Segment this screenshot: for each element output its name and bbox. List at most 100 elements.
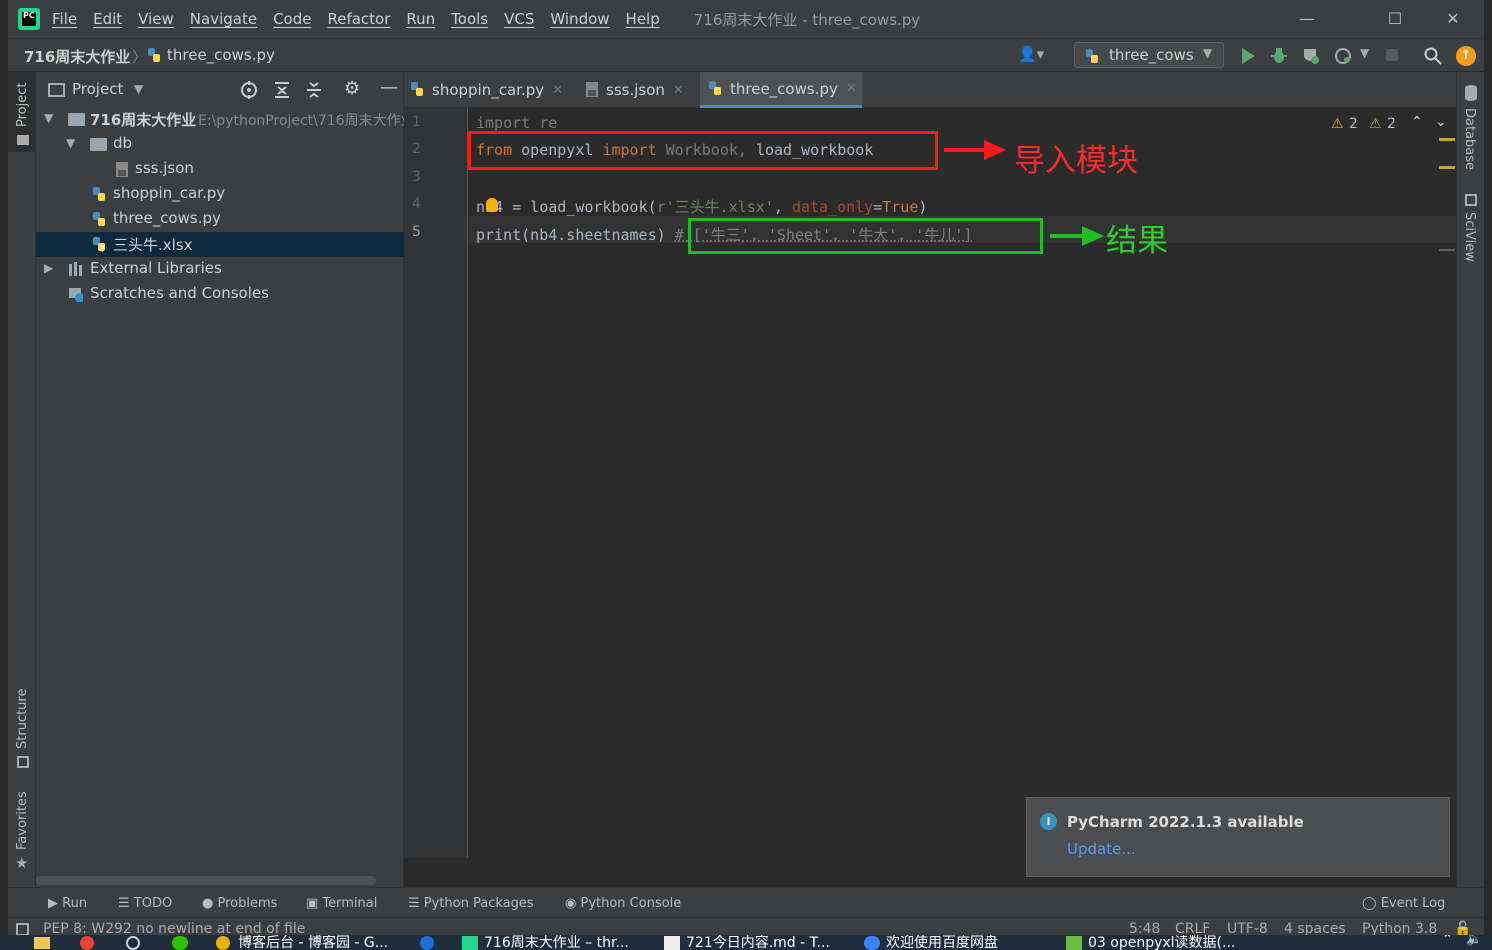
run-configuration-select[interactable]: three_cows ▼	[1074, 42, 1224, 68]
tab-three-cows[interactable]: three_cows.py ✕	[700, 72, 862, 108]
terminal-icon: ▣	[306, 896, 319, 911]
wechat-icon[interactable]	[172, 936, 188, 950]
run-icon[interactable]	[1240, 47, 1256, 65]
todo-tool-tab[interactable]: ☰ TODO	[118, 896, 172, 911]
collapse-all-icon[interactable]	[306, 81, 322, 99]
pycharm-icon[interactable]	[462, 936, 478, 950]
terminal-tool-tab[interactable]: ▣ Terminal	[306, 896, 377, 911]
chevron-down-icon[interactable]: ▼	[44, 111, 53, 125]
close-icon[interactable]: ✕	[1442, 8, 1464, 30]
volume-icon[interactable]: 🔈	[1466, 935, 1482, 947]
breadcrumb-file[interactable]: three_cows.py	[167, 46, 275, 64]
coverage-icon[interactable]	[1302, 47, 1320, 65]
next-highlight-icon[interactable]: ⌄	[1435, 114, 1447, 130]
file-explorer-icon[interactable]	[34, 937, 50, 949]
list-icon: ☰	[118, 896, 130, 911]
problems-tool-tab[interactable]: ● Problems	[202, 896, 277, 911]
update-notification[interactable]: i PyCharm 2022.1.3 available Update...	[1026, 797, 1450, 877]
user-icon[interactable]: 👤▾	[1018, 45, 1044, 63]
lightbulb-icon[interactable]	[486, 198, 498, 212]
horizontal-scrollbar[interactable]	[36, 876, 376, 885]
menu-bar: PC File Edit View Navigate Code Refactor…	[8, 0, 1484, 38]
line-number: 4	[412, 196, 421, 212]
baidu-netdisk-icon[interactable]	[864, 936, 880, 950]
project-tool-tab[interactable]: Project	[15, 83, 30, 127]
close-tab-icon[interactable]: ✕	[846, 81, 857, 96]
hide-panel-icon[interactable]: —	[380, 77, 398, 98]
python-packages-tool-tab[interactable]: ☰ Python Packages	[408, 896, 534, 911]
tray-chevron-up-icon[interactable]: ⌃	[1442, 935, 1453, 947]
tree-item-db[interactable]: ▼ db	[36, 132, 404, 157]
locate-file-icon[interactable]	[240, 81, 258, 99]
chevron-down-icon[interactable]: ▼	[66, 136, 75, 150]
taskbar-item-netdisk[interactable]: 欢迎使用百度网盘	[886, 935, 998, 950]
menu-refactor[interactable]: Refactor	[327, 10, 390, 28]
run-tool-tab[interactable]: ▶ Run	[48, 896, 87, 911]
right-tool-stripe: Database SciView	[1456, 72, 1484, 887]
database-tool-tab[interactable]: Database	[1462, 108, 1477, 170]
menu-window[interactable]: Window	[550, 10, 609, 28]
taskbar-item-video[interactable]: 03 openpyxl读数据(...	[1088, 935, 1235, 950]
tree-item-xlsx[interactable]: ? 三头牛.xlsx	[36, 232, 404, 257]
menu-tools[interactable]: Tools	[451, 10, 488, 28]
search-icon[interactable]	[1424, 47, 1442, 65]
structure-tool-tab[interactable]: Structure	[15, 689, 30, 749]
taskbar-item-typora[interactable]: 721今日内容.md - T...	[686, 935, 830, 950]
menu-navigate[interactable]: Navigate	[190, 10, 257, 28]
tree-item-three-cows[interactable]: three_cows.py	[36, 207, 404, 232]
project-view-title[interactable]: Project	[72, 80, 123, 98]
tab-shoppin-car[interactable]: shoppin_car.py ✕	[410, 72, 576, 108]
error-stripe-mark[interactable]	[1439, 249, 1455, 251]
tab-sss-json[interactable]: sss.json ✕	[584, 72, 692, 108]
profile-icon[interactable]	[1334, 47, 1352, 65]
notification-title: PyCharm 2022.1.3 available	[1067, 813, 1304, 831]
chevron-right-icon[interactable]: ▶	[44, 261, 53, 275]
update-arrow-icon[interactable]: ↑	[1456, 46, 1476, 66]
tab-label: sss.json	[606, 81, 665, 99]
tree-item-sss-json[interactable]: sss.json	[36, 157, 404, 182]
event-log-tool-tab[interactable]: ◯ Event Log	[1362, 896, 1445, 911]
menu-edit[interactable]: Edit	[93, 10, 122, 28]
video-player-icon[interactable]	[1066, 936, 1082, 950]
menu-help[interactable]: Help	[626, 10, 660, 28]
steam-icon[interactable]	[126, 936, 140, 950]
taskbar-item-pycharm[interactable]: 716周末大作业 – thr...	[484, 935, 629, 950]
tree-item-scratches[interactable]: Scratches and Consoles	[36, 282, 404, 307]
tab-label: shoppin_car.py	[432, 81, 545, 99]
chevron-down-icon[interactable]: ▼	[134, 82, 143, 96]
weak-warning-icon[interactable]: ⚠	[1331, 116, 1344, 132]
stop-icon[interactable]	[1386, 49, 1398, 61]
menu-code[interactable]: Code	[273, 10, 311, 28]
debug-icon[interactable]	[1270, 46, 1288, 65]
google-icon[interactable]	[80, 936, 94, 950]
menu-run[interactable]: Run	[406, 10, 435, 28]
menu-file[interactable]: File	[52, 10, 77, 28]
app-icon[interactable]	[420, 936, 434, 950]
left-tool-stripe: Project Structure Favorites ★	[8, 72, 36, 887]
breadcrumb-project[interactable]: 716周末大作业	[24, 46, 130, 67]
tree-item-external-libraries[interactable]: ▶ External Libraries	[36, 257, 404, 282]
more-run-options-icon[interactable]: ▼	[1360, 46, 1369, 60]
tree-item-label: Scratches and Consoles	[90, 284, 269, 302]
close-tab-icon[interactable]: ✕	[673, 83, 684, 98]
maximize-icon[interactable]: ☐	[1384, 8, 1406, 30]
python-console-tool-tab[interactable]: ◉ Python Console	[565, 896, 681, 911]
warning-icon[interactable]: ⚠	[1369, 116, 1382, 132]
error-stripe-mark[interactable]	[1439, 138, 1455, 141]
gear-icon[interactable]: ⚙	[344, 78, 360, 99]
error-stripe-mark[interactable]	[1439, 166, 1455, 169]
typora-icon[interactable]	[664, 936, 680, 950]
previous-highlight-icon[interactable]: ⌃	[1411, 114, 1423, 130]
sciview-tool-tab[interactable]: SciView	[1462, 212, 1477, 262]
menu-vcs[interactable]: VCS	[504, 10, 534, 28]
close-tab-icon[interactable]: ✕	[552, 83, 563, 98]
expand-all-icon[interactable]	[274, 81, 290, 99]
tree-root-folder[interactable]: ▼ 716周末大作业 E:\pythonProject\716周末大作业	[36, 107, 404, 132]
update-link[interactable]: Update...	[1067, 840, 1136, 858]
tree-item-shoppin-car[interactable]: shoppin_car.py	[36, 182, 404, 207]
menu-view[interactable]: View	[138, 10, 174, 28]
taskbar-item-blog[interactable]: 博客后台 - 博客园 - G...	[238, 935, 388, 950]
minimize-icon[interactable]: —	[1296, 8, 1318, 30]
chrome-icon[interactable]	[216, 936, 230, 950]
favorites-tool-tab[interactable]: Favorites	[15, 791, 30, 850]
